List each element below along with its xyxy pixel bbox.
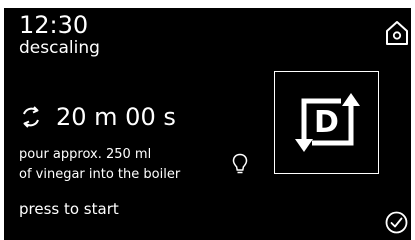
instruction-line-2: of vinegar into the boiler [19,167,181,182]
timer-value: 20 m 00 s [56,103,176,131]
lightbulb-icon [232,153,248,174]
display-screen: 12:30 descaling 20 m 00 s pour approx. 2… [4,8,411,240]
timer-row: 20 m 00 s [20,100,176,134]
instruction-line-1: pour approx. 250 ml [19,147,152,162]
tip-button[interactable] [232,153,248,177]
confirm-button[interactable] [385,211,408,234]
instruction-text: pour approx. 250 ml of vinegar into the … [19,145,180,185]
start-prompt[interactable]: press to start [19,199,119,219]
descale-symbol-panel: D [274,71,379,174]
home-button[interactable] [385,20,409,46]
checkmark-icon [385,211,408,234]
cycle-arrows-icon [23,106,39,128]
descale-letter: D [314,105,339,140]
clock: 12:30 [19,11,89,39]
mode-title: descaling [19,38,100,58]
home-icon [386,21,408,45]
